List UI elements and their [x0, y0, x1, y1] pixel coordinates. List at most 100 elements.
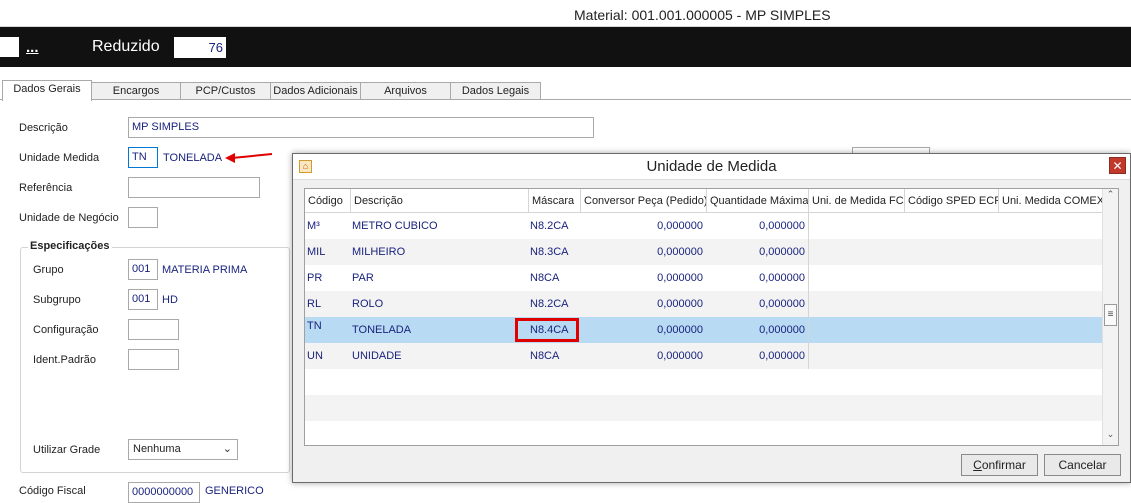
- close-icon[interactable]: ✕: [1109, 157, 1126, 174]
- tab-encargos[interactable]: Encargos: [91, 82, 181, 100]
- cell-codigo: UN: [307, 350, 323, 362]
- cell-divider: [707, 343, 809, 369]
- cell-codigo: MIL: [307, 246, 326, 258]
- table-row[interactable]: MIL MILHEIRO N8.3CA 0,000000 0,000000: [305, 239, 1105, 265]
- descricao-label: Descrição: [19, 122, 68, 134]
- cell-mascara: N8.2CA: [530, 298, 569, 310]
- unidade-medida-dialog: ⌂ Unidade de Medida ✕ Código Descrição M…: [292, 153, 1131, 483]
- tab-arquivos[interactable]: Arquivos: [360, 82, 451, 100]
- col-comex[interactable]: Uni. Medida COMEX: [999, 189, 1105, 213]
- unidade-grid: Código Descrição Máscara Conversor Peça …: [304, 188, 1119, 446]
- lookup-dots-link[interactable]: ...: [26, 39, 39, 56]
- window-titlebar: Material: 001.001.000005 - MP SIMPLES: [0, 0, 1131, 27]
- cell-conversor: 0,000000: [657, 220, 703, 232]
- tab-pcp-custos[interactable]: PCP/Custos: [180, 82, 271, 100]
- grupo-desc: MATERIA PRIMA: [162, 264, 248, 276]
- reduzido-field[interactable]: 76: [174, 37, 226, 58]
- configuracao-label: Configuração: [33, 324, 99, 336]
- table-row[interactable]: M³ METRO CUBICO N8.2CA 0,000000 0,000000: [305, 213, 1105, 239]
- window-title: Material: 001.001.000005 - MP SIMPLES: [574, 7, 831, 23]
- table-row-empty: [305, 369, 1105, 395]
- descricao-field[interactable]: MP SIMPLES: [128, 117, 594, 138]
- col-fci[interactable]: Uni. de Medida FCI: [809, 189, 905, 213]
- col-conversor[interactable]: Conversor Peça (Pedido): [581, 189, 707, 213]
- cell-divider: [707, 317, 809, 343]
- cell-codigo: RL: [307, 298, 322, 310]
- dialog-titlebar: ⌂ Unidade de Medida ✕: [293, 154, 1130, 180]
- utilizar-grade-select[interactable]: Nenhuma ⌄: [128, 439, 238, 460]
- col-mascara[interactable]: Máscara: [529, 189, 581, 213]
- unidade-medida-label: Unidade Medida: [19, 152, 100, 164]
- scroll-up-icon[interactable]: ⌃: [1103, 189, 1118, 205]
- cell-codigo: PR: [307, 272, 323, 284]
- table-row[interactable]: UN UNIDADE N8CA 0,000000 0,000000: [305, 343, 1105, 369]
- cell-mascara: N8CA: [530, 272, 560, 284]
- utilizar-grade-label: Utilizar Grade: [33, 444, 101, 456]
- codigo-fiscal-desc: GENERICO: [205, 485, 264, 497]
- grupo-field[interactable]: 001: [128, 259, 158, 280]
- unidade-negocio-field[interactable]: [128, 207, 158, 228]
- cell-mascara: N8.3CA: [530, 246, 569, 258]
- grid-scrollbar[interactable]: ⌃ ≡ ⌄: [1102, 189, 1118, 445]
- codigo-fiscal-field[interactable]: 0000000000: [128, 482, 200, 503]
- cell-codigo: M³: [307, 220, 320, 232]
- annotation-arrow-icon: [225, 153, 273, 163]
- referencia-field[interactable]: [128, 177, 260, 198]
- especificacoes-title: Especificações: [28, 240, 112, 252]
- unidade-medida-desc: TONELADA: [163, 152, 223, 164]
- cell-descricao: PAR: [352, 272, 374, 284]
- cell-codigo: TN: [307, 320, 322, 332]
- tab-dados-adicionais[interactable]: Dados Adicionais: [270, 82, 361, 100]
- subgrupo-field[interactable]: 001: [128, 289, 158, 310]
- col-codigo[interactable]: Código: [305, 189, 351, 213]
- scroll-thumb[interactable]: ≡: [1104, 304, 1117, 326]
- cell-conversor: 0,000000: [657, 350, 703, 362]
- tab-strip: Dados Gerais Encargos PCP/Custos Dados A…: [0, 80, 1131, 101]
- ident-padrao-label: Ident.Padrão: [33, 354, 96, 366]
- table-row[interactable]: PR PAR N8CA 0,000000 0,000000: [305, 265, 1105, 291]
- subgrupo-desc: HD: [162, 294, 178, 306]
- cell-mascara: N8CA: [530, 350, 560, 362]
- reduzido-label: Reduzido: [92, 38, 160, 55]
- col-sped[interactable]: Código SPED ECF: [905, 189, 999, 213]
- cancelar-button[interactable]: Cancelar: [1044, 454, 1121, 476]
- table-row-empty: [305, 395, 1105, 421]
- configuracao-field[interactable]: [128, 319, 179, 340]
- cell-conversor: 0,000000: [657, 246, 703, 258]
- cell-descricao: MILHEIRO: [352, 246, 406, 258]
- referencia-label: Referência: [19, 182, 73, 194]
- utilizar-grade-value: Nenhuma: [133, 443, 181, 455]
- codigo-fiscal-label: Código Fiscal: [19, 485, 86, 497]
- table-row-selected[interactable]: TN TONELADA N8.4CA 0,000000 0,000000: [305, 317, 1105, 343]
- cell-descricao: UNIDADE: [352, 350, 402, 362]
- cell-divider: [707, 213, 809, 239]
- unidade-medida-field[interactable]: TN: [128, 147, 158, 168]
- col-quantidade[interactable]: Quantidade Máxima: [707, 189, 809, 213]
- cell-divider: [707, 291, 809, 317]
- unidade-negocio-label: Unidade de Negócio: [19, 212, 119, 224]
- tab-dados-legais[interactable]: Dados Legais: [450, 82, 541, 100]
- cell-conversor: 0,000000: [657, 324, 703, 336]
- grid-header: Código Descrição Máscara Conversor Peça …: [305, 189, 1105, 213]
- cell-divider: [707, 265, 809, 291]
- cell-descricao: TONELADA: [352, 324, 412, 336]
- dialog-title: Unidade de Medida: [646, 158, 777, 175]
- cell-descricao: METRO CUBICO: [352, 220, 438, 232]
- scroll-down-icon[interactable]: ⌄: [1103, 429, 1118, 445]
- subgrupo-label: Subgrupo: [33, 294, 81, 306]
- cell-conversor: 0,000000: [657, 298, 703, 310]
- annotation-highlight-box: [515, 318, 579, 342]
- col-descricao[interactable]: Descrição: [351, 189, 529, 213]
- confirmar-label: onfirmar: [981, 458, 1026, 472]
- confirmar-button[interactable]: Confirmar: [961, 454, 1038, 476]
- tab-divider: [0, 99, 1131, 100]
- material-code-field[interactable]: [0, 37, 19, 57]
- cell-mascara: N8.2CA: [530, 220, 569, 232]
- material-header-bar: ... Reduzido 76: [0, 27, 1131, 67]
- grupo-label: Grupo: [33, 264, 64, 276]
- confirmar-accelerator: C: [973, 458, 982, 472]
- cell-descricao: ROLO: [352, 298, 384, 310]
- table-row[interactable]: RL ROLO N8.2CA 0,000000 0,000000: [305, 291, 1105, 317]
- ident-padrao-field[interactable]: [128, 349, 179, 370]
- tab-dados-gerais[interactable]: Dados Gerais: [2, 80, 92, 101]
